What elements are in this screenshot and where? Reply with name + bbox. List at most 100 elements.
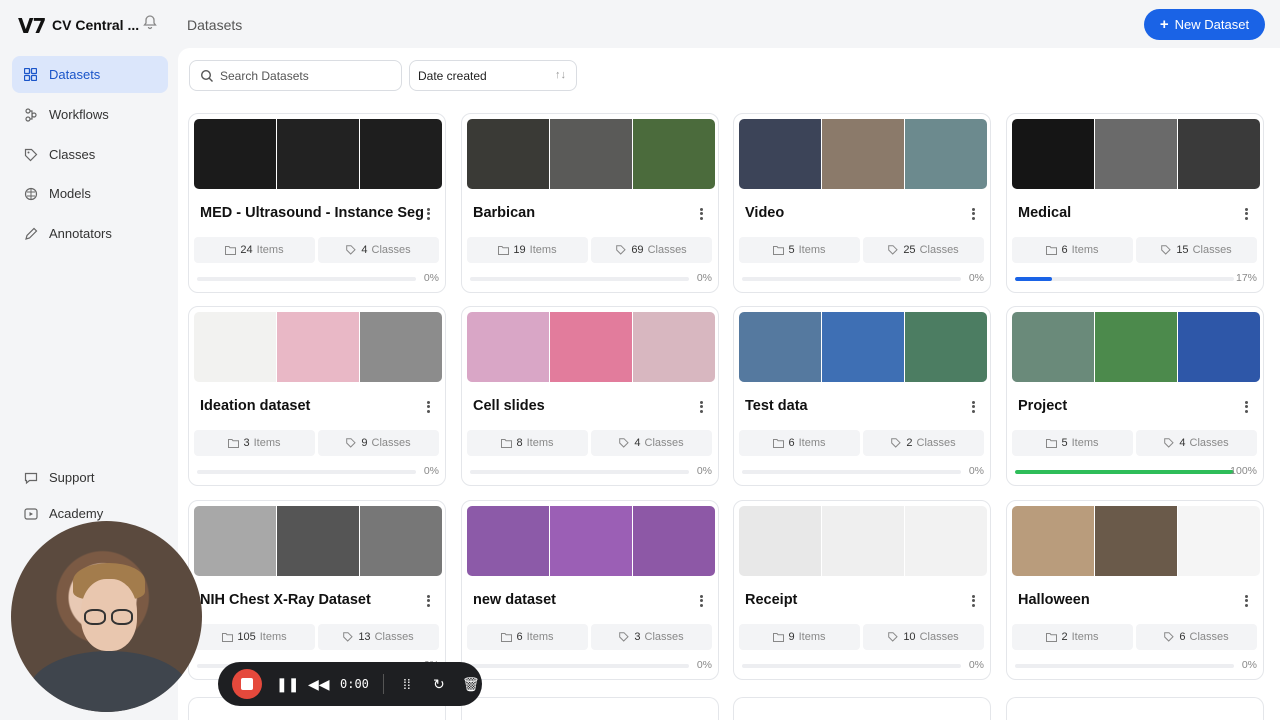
classes-count[interactable]: 15 Classes xyxy=(1136,237,1257,263)
dataset-card[interactable]: MED - Ultrasound - Instance Seg 24 Items 4 C… xyxy=(188,113,446,293)
sort-arrows-icon[interactable]: ↑↓ xyxy=(555,69,566,81)
items-count[interactable]: 24 Items xyxy=(194,237,315,263)
sidebar-item-annotators[interactable]: Annotators xyxy=(12,215,168,252)
stop-recording-button[interactable] xyxy=(232,669,262,699)
items-count[interactable]: 19 Items xyxy=(467,237,588,263)
folder-icon xyxy=(1046,439,1058,448)
dataset-card-partial[interactable] xyxy=(733,697,991,720)
dataset-card[interactable]: Halloween 2 Items 6 Classes 0% xyxy=(1006,500,1264,680)
dataset-name[interactable]: Medical xyxy=(1018,205,1071,221)
dataset-card[interactable]: Medical 6 Items 15 Classes 17% xyxy=(1006,113,1264,293)
more-options-icon[interactable] xyxy=(425,593,431,608)
items-value: 105 xyxy=(237,631,256,643)
dataset-thumbnail xyxy=(822,119,904,189)
folder-icon xyxy=(1046,633,1058,642)
tag-icon xyxy=(343,632,354,642)
more-options-icon[interactable] xyxy=(425,206,431,221)
more-options-icon[interactable] xyxy=(1243,399,1249,414)
items-count[interactable]: 5 Items xyxy=(1012,430,1133,456)
dataset-card-partial[interactable] xyxy=(1006,697,1264,720)
more-options-icon[interactable] xyxy=(1243,206,1249,221)
items-count[interactable]: 8 Items xyxy=(467,430,588,456)
sidebar-item-models[interactable]: Models xyxy=(12,175,168,212)
dataset-card[interactable]: Cell slides 8 Items 4 Classes 0% xyxy=(461,306,719,486)
sidebar-item-support[interactable]: Support xyxy=(12,459,168,496)
items-count[interactable]: 6 Items xyxy=(1012,237,1133,263)
items-count[interactable]: 105 Items xyxy=(194,624,315,650)
restart-icon[interactable]: ↻ xyxy=(430,676,448,693)
dataset-thumbnail xyxy=(194,506,276,576)
new-dataset-button[interactable]: + New Dataset xyxy=(1144,9,1265,40)
classes-label: Classes xyxy=(1189,437,1229,449)
dataset-card[interactable]: new dataset 6 Items 3 Classes 0% xyxy=(461,500,719,680)
dataset-name[interactable]: Halloween xyxy=(1018,592,1090,608)
dataset-name[interactable]: Cell slides xyxy=(473,398,545,414)
sort-dropdown[interactable]: Date created ↑↓ xyxy=(409,60,577,91)
dataset-name[interactable]: Video xyxy=(745,205,784,221)
dataset-card-partial[interactable] xyxy=(461,697,719,720)
sidebar-item-workflows[interactable]: Workflows xyxy=(12,96,168,133)
items-label: Items xyxy=(529,244,557,256)
dataset-card[interactable]: Barbican 19 Items 69 Classes 0% xyxy=(461,113,719,293)
dataset-name[interactable]: Test data xyxy=(745,398,808,414)
classes-count[interactable]: 4 Classes xyxy=(591,430,712,456)
dataset-card[interactable]: Test data 6 Items 2 Classes 0% xyxy=(733,306,991,486)
grid-dots-icon[interactable]: ⁞⁞ xyxy=(398,676,416,692)
dataset-name[interactable]: Barbican xyxy=(473,205,535,221)
dataset-card[interactable]: Project 5 Items 4 Classes 100% xyxy=(1006,306,1264,486)
classes-count[interactable]: 25 Classes xyxy=(863,237,984,263)
brain-icon xyxy=(23,186,38,201)
bell-icon[interactable] xyxy=(140,14,160,34)
more-options-icon[interactable] xyxy=(970,399,976,414)
classes-count[interactable]: 4 Classes xyxy=(318,237,439,263)
dataset-card[interactable]: Ideation dataset 3 Items 9 Classes 0% xyxy=(188,306,446,486)
dataset-name[interactable]: Ideation dataset xyxy=(200,398,310,414)
trash-icon[interactable]: 🗑 xyxy=(462,676,480,693)
classes-count[interactable]: 10 Classes xyxy=(863,624,984,650)
sidebar-item-classes[interactable]: Classes xyxy=(12,136,168,173)
dataset-name[interactable]: Receipt xyxy=(745,592,797,608)
items-count[interactable]: 6 Items xyxy=(739,430,860,456)
top-bar: V7 CV Central ... Datasets + New Dataset xyxy=(0,0,1280,48)
classes-count[interactable]: 4 Classes xyxy=(1136,430,1257,456)
recording-timer: 0:00 xyxy=(340,677,369,691)
classes-count[interactable]: 6 Classes xyxy=(1136,624,1257,650)
more-options-icon[interactable] xyxy=(698,399,704,414)
items-count[interactable]: 3 Items xyxy=(194,430,315,456)
dataset-name[interactable]: Project xyxy=(1018,398,1067,414)
dataset-name[interactable]: NIH Chest X-Ray Dataset xyxy=(200,592,371,608)
folder-icon xyxy=(222,633,234,642)
search-box[interactable] xyxy=(189,60,402,91)
rewind-icon[interactable]: ◀◀ xyxy=(308,676,330,693)
dataset-card[interactable]: Receipt 9 Items 10 Classes 0% xyxy=(733,500,991,680)
items-count[interactable]: 2 Items xyxy=(1012,624,1133,650)
more-options-icon[interactable] xyxy=(970,206,976,221)
items-count[interactable]: 5 Items xyxy=(739,237,860,263)
breadcrumb[interactable]: Datasets xyxy=(187,17,242,33)
classes-count[interactable]: 13 Classes xyxy=(318,624,439,650)
more-options-icon[interactable] xyxy=(970,593,976,608)
pause-icon[interactable]: ❚❚ xyxy=(276,676,299,693)
dataset-name[interactable]: MED - Ultrasound - Instance Seg xyxy=(200,205,424,221)
dataset-thumbnails xyxy=(739,119,987,189)
more-options-icon[interactable] xyxy=(698,206,704,221)
more-options-icon[interactable] xyxy=(698,593,704,608)
classes-count[interactable]: 9 Classes xyxy=(318,430,439,456)
progress-percent: 0% xyxy=(1241,659,1257,671)
more-options-icon[interactable] xyxy=(1243,593,1249,608)
items-count[interactable]: 6 Items xyxy=(467,624,588,650)
classes-value: 6 xyxy=(1179,631,1186,643)
classes-count[interactable]: 3 Classes xyxy=(591,624,712,650)
dataset-thumbnail xyxy=(905,119,987,189)
more-options-icon[interactable] xyxy=(425,399,431,414)
search-input[interactable] xyxy=(220,68,390,83)
items-count[interactable]: 9 Items xyxy=(739,624,860,650)
workspace-name[interactable]: CV Central ... xyxy=(52,17,139,33)
classes-count[interactable]: 69 Classes xyxy=(591,237,712,263)
sidebar-item-datasets[interactable]: Datasets xyxy=(12,56,168,93)
v7-logo[interactable]: V7 xyxy=(18,14,46,38)
dataset-card[interactable]: NIH Chest X-Ray Dataset 105 Items 13 Classes… xyxy=(188,500,446,680)
dataset-name[interactable]: new dataset xyxy=(473,592,556,608)
dataset-card[interactable]: Video 5 Items 25 Classes 0% xyxy=(733,113,991,293)
classes-count[interactable]: 2 Classes xyxy=(863,430,984,456)
